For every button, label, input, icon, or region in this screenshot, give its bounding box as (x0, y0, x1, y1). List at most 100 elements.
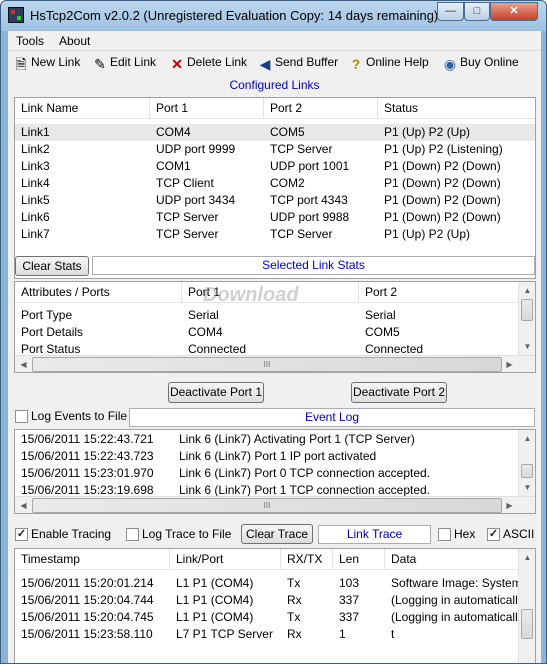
column-header[interactable]: Port 1 (150, 98, 264, 119)
edit-link-button[interactable]: ✎ Edit Link (92, 55, 156, 75)
table-row[interactable]: Link7 TCP Server TCP Server P1 (Up) P2 (… (15, 226, 535, 243)
scroll-left-arrow-icon[interactable]: ◀ (15, 356, 32, 372)
enable-tracing-label: Enable Tracing (31, 527, 112, 541)
table-row[interactable]: Link5 UDP port 3434 TCP port 4343 P1 (Do… (15, 192, 535, 209)
port1-cell: UDP port 3434 (156, 193, 236, 207)
port1-cell: COM4 (156, 125, 191, 139)
column-header[interactable]: Len (333, 549, 385, 570)
status-cell: P1 (Up) P2 (Listening) (384, 142, 503, 156)
column-header[interactable]: Timestamp (15, 549, 170, 570)
scroll-up-arrow-icon[interactable]: ▲ (519, 549, 535, 566)
new-document-icon: 🗎 (15, 56, 27, 72)
column-header[interactable]: Port 1 (182, 282, 359, 303)
online-help-button[interactable]: ? Online Help (348, 55, 429, 75)
rxtx-cell: Tx (287, 610, 301, 624)
trace-vertical-scrollbar[interactable]: ▲ (518, 549, 535, 663)
column-header[interactable]: Link Name (15, 98, 150, 119)
menu-tools[interactable]: Tools (16, 34, 44, 48)
port2-cell: UDP port 9988 (270, 210, 350, 224)
menu-bar: Tools About (8, 31, 541, 51)
scroll-right-arrow-icon[interactable]: ▶ (501, 497, 518, 513)
close-button[interactable]: ✕ (490, 2, 538, 21)
column-header[interactable]: RX/TX (281, 549, 333, 570)
table-row[interactable]: 15/06/2011 15:20:04.744 L1 P1 (COM4) Rx … (15, 592, 519, 609)
stats-horizontal-scrollbar[interactable]: ◀ III ▶ (15, 355, 535, 372)
list-item[interactable]: 15/06/2011 15:23:01.970 Link 6 (Link7) P… (15, 465, 519, 482)
scroll-thumb[interactable] (521, 464, 533, 478)
column-header[interactable]: Link/Port (170, 549, 281, 570)
scroll-left-arrow-icon[interactable]: ◀ (15, 497, 32, 513)
port1-cell: TCP Server (156, 227, 219, 241)
title-bar[interactable]: HsTcp2Com v2.0.2 (Unregistered Evaluatio… (1, 1, 546, 31)
table-row[interactable]: Link6 TCP Server UDP port 9988 P1 (Down)… (15, 209, 535, 226)
table-row[interactable]: Link1 COM4 COM5 P1 (Up) P2 (Up) (15, 124, 535, 141)
scroll-thumb[interactable]: III (32, 498, 502, 513)
log-events-to-file-checkbox[interactable] (15, 410, 28, 423)
port2-cell: COM2 (270, 176, 305, 190)
scroll-thumb[interactable]: III (32, 357, 502, 372)
client-area: Tools About 🗎 New Link ✎ Edit Link ✕ Delete… (8, 31, 541, 663)
new-link-button[interactable]: 🗎 New Link (13, 55, 80, 75)
table-row[interactable]: Link3 COM1 UDP port 1001 P1 (Down) P2 (D… (15, 158, 535, 175)
len-cell: 337 (339, 610, 360, 624)
port1-value-cell: Serial (188, 308, 219, 322)
table-row[interactable]: Port Type Serial Serial (15, 307, 519, 324)
clear-stats-button[interactable]: Clear Stats (15, 256, 89, 276)
minimize-icon: — (445, 5, 456, 17)
scroll-up-arrow-icon[interactable]: ▲ (519, 430, 535, 447)
scroll-thumb[interactable] (521, 299, 533, 321)
port1-cell: UDP port 9999 (156, 142, 236, 156)
column-header[interactable]: Attributes / Ports (15, 282, 182, 303)
maximize-button[interactable]: □ (464, 2, 490, 21)
scroll-down-arrow-icon[interactable]: ▼ (519, 338, 535, 355)
hex-checkbox[interactable] (438, 528, 451, 541)
deactivate-port2-button[interactable]: Deactivate Port 2 (351, 382, 447, 403)
scroll-right-arrow-icon[interactable]: ▶ (501, 356, 518, 372)
hex-label: Hex (454, 527, 476, 541)
event-log-horizontal-scrollbar[interactable]: ◀ III ▶ (15, 496, 535, 513)
send-buffer-button[interactable]: ◀ Send Buffer (257, 55, 339, 75)
event-log-vertical-scrollbar[interactable]: ▲ ▼ (518, 430, 535, 496)
list-item[interactable]: 15/06/2011 15:22:43.723 Link 6 (Link7) P… (15, 448, 519, 465)
application-window: HsTcp2Com v2.0.2 (Unregistered Evaluatio… (0, 0, 547, 664)
link-port-cell: L1 P1 (COM4) (176, 593, 254, 607)
deactivate-port1-button[interactable]: Deactivate Port 1 (168, 382, 264, 403)
minimize-button[interactable]: — (437, 2, 464, 21)
configured-links-title: Configured Links (229, 78, 320, 92)
table-row[interactable]: Link2 UDP port 9999 TCP Server P1 (Up) P… (15, 141, 535, 158)
table-row[interactable]: 15/06/2011 15:23:58.110 L7 P1 TCP Server… (15, 626, 519, 643)
stats-vertical-scrollbar[interactable]: ▲ ▼ (518, 282, 535, 355)
link-name-cell: Link5 (21, 193, 50, 207)
buy-online-button[interactable]: ◉ Buy Online (442, 55, 519, 75)
table-row[interactable]: Link4 TCP Client COM2 P1 (Down) P2 (Down… (15, 175, 535, 192)
delete-link-button[interactable]: ✕ Delete Link (169, 55, 247, 75)
globe-icon: ◉ (443, 56, 457, 72)
list-item[interactable]: 15/06/2011 15:22:43.721 Link 6 (Link7) A… (15, 431, 519, 448)
column-header[interactable]: Port 2 (359, 282, 519, 303)
table-row[interactable]: Port Details COM4 COM5 (15, 324, 519, 341)
delete-link-label: Delete Link (187, 55, 248, 69)
scroll-down-arrow-icon[interactable]: ▼ (519, 479, 535, 496)
port2-value-cell: Serial (365, 308, 396, 322)
table-row[interactable]: 15/06/2011 15:20:01.214 L1 P1 (COM4) Tx … (15, 575, 519, 592)
column-header[interactable]: Status (378, 98, 535, 119)
column-header[interactable]: Port 2 (264, 98, 378, 119)
event-log-list: 15/06/2011 15:22:43.721 Link 6 (Link7) A… (14, 429, 536, 514)
table-row[interactable]: 15/06/2011 15:20:04.745 L1 P1 (COM4) Tx … (15, 609, 519, 626)
enable-tracing-checkbox[interactable] (15, 528, 28, 541)
ascii-checkbox[interactable] (487, 528, 500, 541)
trace-table: Timestamp Link/Port RX/TX Len Data 15/06… (14, 548, 536, 663)
menu-about[interactable]: About (59, 34, 90, 48)
clear-trace-button[interactable]: Clear Trace (241, 524, 313, 544)
scroll-up-arrow-icon[interactable]: ▲ (519, 282, 535, 299)
column-header[interactable]: Data (385, 549, 519, 570)
timestamp-cell: 15/06/2011 15:20:04.745 (21, 610, 154, 624)
scroll-thumb[interactable] (521, 609, 533, 639)
data-cell: (Logging in automatically us (391, 593, 519, 607)
edit-document-icon: ✎ (94, 56, 106, 72)
data-cell: (Logging in automatically us (391, 610, 519, 624)
log-trace-to-file-checkbox[interactable] (126, 528, 139, 541)
link-name-cell: Link1 (21, 125, 50, 139)
port2-cell: TCP port 4343 (270, 193, 348, 207)
timestamp-cell: 15/06/2011 15:23:58.110 (21, 627, 153, 641)
